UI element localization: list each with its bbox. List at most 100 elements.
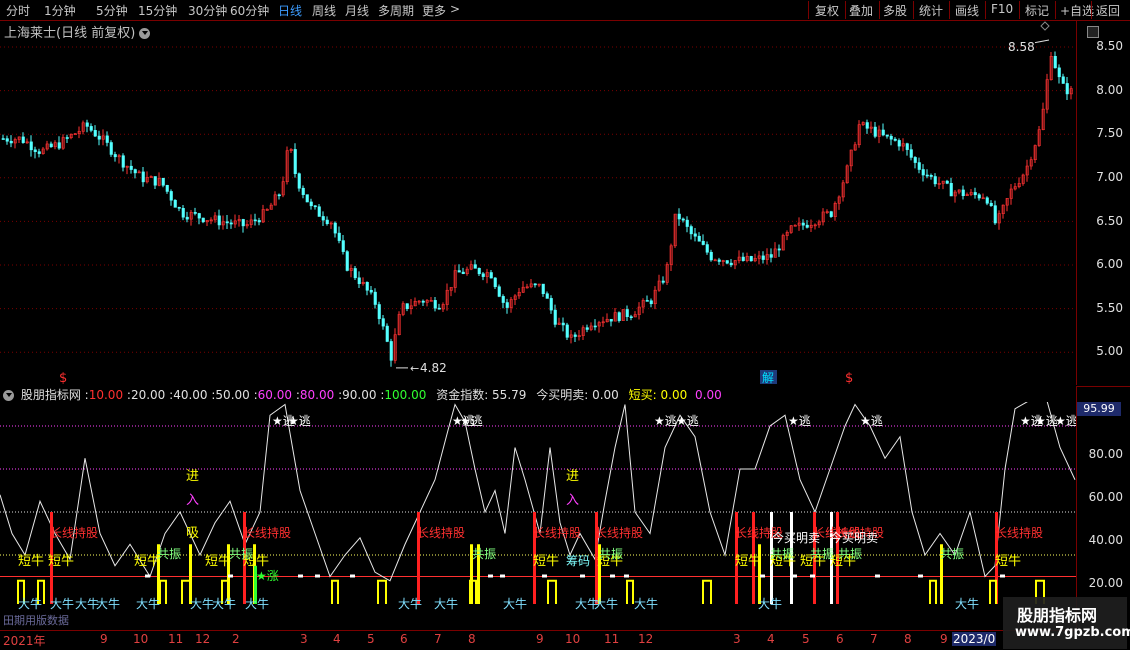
watermark-title: 股朋指标网 — [1017, 606, 1098, 625]
adjust-button[interactable]: 复权 — [815, 2, 839, 19]
candle-body — [129, 165, 133, 170]
candle-body — [161, 177, 165, 186]
tab-daily[interactable]: 日线 — [278, 2, 302, 19]
tab-15min[interactable]: 15分钟 — [138, 2, 177, 19]
add-favorite-button[interactable]: +自选 — [1060, 2, 1094, 19]
candle-body — [533, 283, 537, 286]
candle-body — [913, 157, 917, 163]
candle-body — [97, 135, 101, 140]
candle-body — [505, 302, 509, 308]
dash-mark — [624, 574, 629, 578]
price-tick: 7.00 — [1096, 170, 1123, 184]
indicator-tick: 60.00 — [1088, 490, 1123, 504]
tab-more[interactable]: 更多 — [422, 2, 446, 19]
indicator-name[interactable]: 股朋指标网 — [21, 388, 81, 402]
candle-body — [553, 309, 557, 325]
candle-body — [561, 322, 565, 326]
short-bull-label: 短牛 — [735, 554, 761, 569]
short-bull-label: 短牛 — [533, 554, 559, 569]
candle-body — [309, 201, 313, 207]
mark-button[interactable]: 标记 — [1025, 2, 1049, 19]
big-bull-label: 大牛 — [212, 596, 236, 611]
watermark-url: www.7gpzb.com — [1015, 625, 1130, 640]
candle-body — [333, 222, 337, 234]
candle-body — [985, 197, 989, 204]
date-tick: 4 — [333, 632, 341, 646]
date-tick: 8 — [468, 632, 476, 646]
f10-button[interactable]: F10 — [991, 2, 1013, 16]
escape-label: ★逃 — [676, 414, 699, 428]
footer-note: 田期用版数据 — [3, 614, 69, 627]
candle-body — [345, 251, 349, 271]
pulse-box — [181, 579, 191, 604]
indicator-chart[interactable]: ★逃★逃 ★逃★逃 ★逃 ★逃 ★逃 ★逃 ★逃★逃★逃进入进入吸长线持股 长线持股 长线持股长… — [0, 402, 1076, 630]
candle-body — [241, 219, 245, 227]
big-bull-label: 大牛 — [96, 596, 120, 611]
candle-body — [889, 135, 893, 140]
candle-body — [545, 293, 549, 299]
candle-body — [645, 300, 649, 302]
fund-index: 资金指数: 55.79 — [436, 388, 527, 402]
candle-body — [257, 220, 261, 223]
enter-label-2: 入 — [186, 493, 199, 508]
statistics-button[interactable]: 统计 — [919, 2, 943, 19]
candle-body — [701, 240, 705, 245]
long-hold-label: 长线持股 — [417, 525, 465, 540]
candle-body — [277, 194, 281, 197]
candle-body — [121, 155, 125, 168]
candle-body — [225, 221, 229, 224]
back-button[interactable]: 返回 — [1096, 2, 1120, 19]
date-tick: 6 — [836, 632, 844, 646]
candle-body — [801, 222, 805, 226]
date-tick: 10 — [133, 632, 149, 646]
candle-body — [873, 126, 877, 137]
resonance-label: 共振 — [838, 547, 862, 561]
toolbar-divider — [1091, 1, 1092, 19]
candlestick-chart[interactable]: 8.58 ← 4.82 $ 解 $ — [0, 20, 1076, 385]
overlay-button[interactable]: 叠加 — [849, 2, 873, 19]
tab-weekly[interactable]: 周线 — [312, 2, 336, 19]
date-tick: 3 — [733, 632, 741, 646]
candle-body — [193, 212, 197, 214]
escape-label: ★逃 — [788, 414, 811, 428]
resonance-label: 共振 — [599, 547, 623, 561]
dash-mark — [228, 574, 233, 578]
tab-60min[interactable]: 60分钟 — [230, 2, 269, 19]
tab-monthly[interactable]: 月线 — [345, 2, 369, 19]
tab-5min[interactable]: 5分钟 — [96, 2, 128, 19]
candle-body — [229, 222, 233, 225]
big-bull-label: 大牛 — [398, 596, 422, 611]
date-tick: 5 — [802, 632, 810, 646]
indicator-menu-icon[interactable] — [3, 390, 14, 401]
date-tick: 12 — [195, 632, 211, 646]
tab-multi-period[interactable]: 多周期 — [378, 2, 414, 19]
draw-line-button[interactable]: 画线 — [955, 2, 979, 19]
tab-30min[interactable]: 30分钟 — [188, 2, 227, 19]
candle-body — [617, 312, 621, 321]
escape-label: ★逃 — [654, 414, 677, 428]
candle-body — [961, 189, 965, 196]
date-tick: 6 — [400, 632, 408, 646]
candle-body — [1053, 56, 1057, 69]
escape-label: ★逃 — [860, 414, 883, 428]
tab-1min[interactable]: 1分钟 — [44, 2, 76, 19]
price-tick: 8.00 — [1096, 83, 1123, 97]
current-date: 2023/0 — [952, 632, 997, 646]
short-buy-value: 短买: 0.00 — [628, 388, 688, 402]
tab-intraday[interactable]: 分时 — [6, 2, 30, 19]
candle-body — [905, 143, 909, 150]
level-20: 20.00 — [130, 388, 166, 402]
candle-body — [933, 176, 937, 185]
candle-body — [717, 259, 721, 262]
date-tick: 2021年 — [3, 634, 46, 648]
candle-body — [177, 207, 181, 209]
candle-body — [353, 268, 357, 279]
pulse-box — [929, 579, 937, 604]
candle-body — [341, 240, 345, 252]
multi-stock-button[interactable]: 多股 — [883, 2, 907, 19]
resonance-label: 共振 — [810, 547, 834, 561]
price-axis: 8.50 8.00 7.50 7.00 6.50 6.00 5.50 5.00 — [1076, 20, 1130, 385]
candle-body — [925, 174, 929, 177]
more-chevron-icon[interactable]: > — [450, 2, 460, 16]
expand-icon[interactable] — [1087, 26, 1099, 38]
